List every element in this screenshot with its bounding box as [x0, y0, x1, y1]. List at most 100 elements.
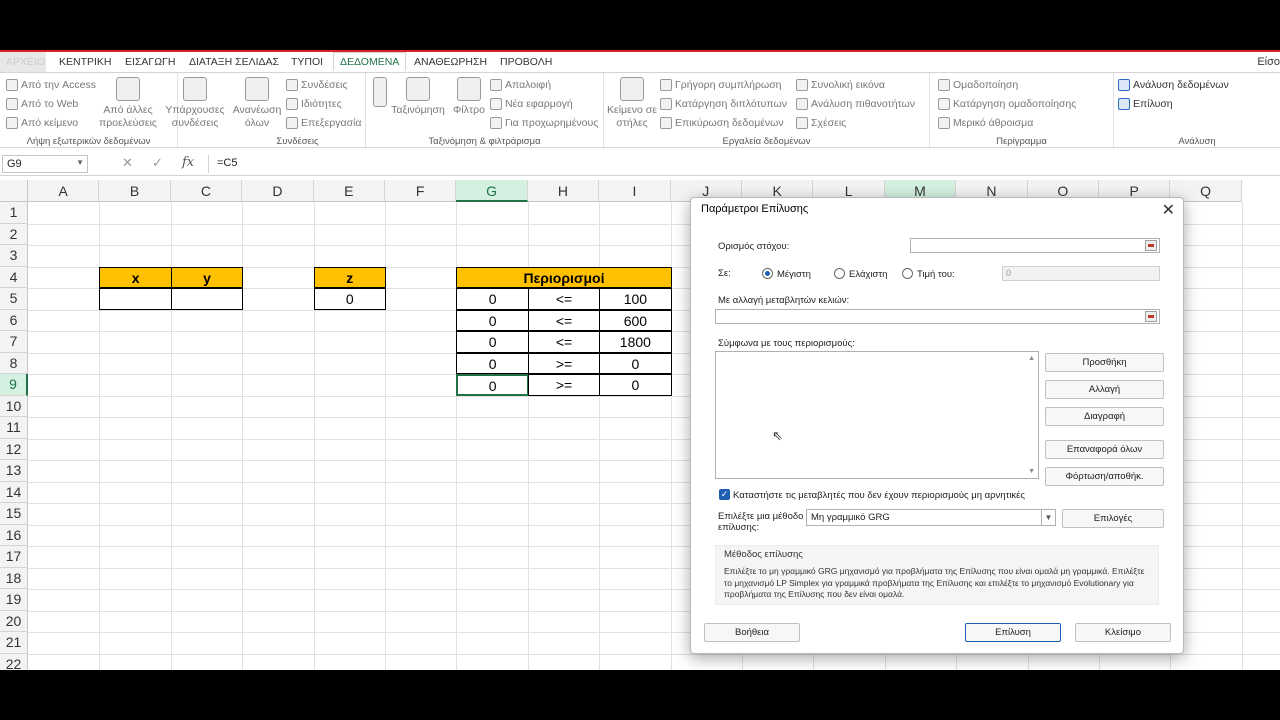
tab-file[interactable]: ΑΡΧΕΙΟ	[0, 52, 46, 72]
row-header-20[interactable]: 20	[0, 610, 28, 632]
cell-c5[interactable]	[170, 288, 244, 310]
solver-button[interactable]: Επίλυση	[1118, 98, 1173, 110]
min-radio[interactable]	[834, 268, 845, 279]
row-header-14[interactable]: 14	[0, 481, 28, 503]
enter-icon[interactable]: ✓	[152, 155, 163, 171]
chevron-down-icon[interactable]: ▼	[76, 158, 84, 167]
row-header-8[interactable]: 8	[0, 352, 28, 374]
row-header-16[interactable]: 16	[0, 524, 28, 546]
data-analysis-button[interactable]: Ανάλυση δεδομένων	[1118, 79, 1229, 91]
nonnegative-checkbox[interactable]: ✓	[719, 489, 730, 500]
properties-button[interactable]: Ιδιότητες	[286, 98, 342, 110]
what-if-analysis-button[interactable]: Ανάλυση πιθανοτήτων	[796, 98, 915, 110]
load-save-button[interactable]: Φόρτωση/αποθήκ.	[1045, 467, 1164, 486]
scroll-down-icon[interactable]: ▼	[1028, 468, 1035, 475]
formula-input[interactable]: =C5	[208, 155, 1278, 173]
tab-data[interactable]: ΔΕΔΟΜΕΝΑ	[333, 52, 407, 71]
column-header-a[interactable]: A	[28, 180, 100, 202]
row-header-15[interactable]: 15	[0, 503, 28, 525]
column-header-f[interactable]: F	[385, 180, 457, 202]
cell-g4-merged[interactable]: Περιορισμοί	[456, 266, 672, 288]
cell-h6[interactable]: <=	[527, 309, 601, 331]
reset-all-button[interactable]: Επαναφορά όλων	[1045, 440, 1164, 459]
row-header-1[interactable]: 1	[0, 202, 28, 224]
refresh-all-button[interactable]: Ανανέωση όλων	[230, 77, 284, 130]
options-button[interactable]: Επιλογές	[1062, 509, 1164, 528]
filter-button[interactable]: Φίλτρο	[450, 77, 488, 117]
row-header-6[interactable]: 6	[0, 309, 28, 331]
cell-h5[interactable]: <=	[527, 288, 601, 310]
cell-g9[interactable]: 0	[456, 374, 529, 396]
tab-review[interactable]: ΑΝΑΘΕΩΡΗΣΗ	[414, 56, 487, 68]
row-header-10[interactable]: 10	[0, 395, 28, 417]
row-header-13[interactable]: 13	[0, 460, 28, 482]
cell-b4[interactable]: x	[99, 266, 172, 288]
chevron-down-icon[interactable]: ▼	[1041, 510, 1055, 525]
remove-duplicates-button[interactable]: Κατάργηση διπλότυπων	[660, 98, 787, 110]
group-button[interactable]: Ομαδοποίηση	[938, 79, 1018, 91]
value-of-input[interactable]: 0	[1002, 266, 1160, 281]
select-all-corner[interactable]	[0, 180, 28, 202]
value-of-radio[interactable]	[902, 268, 913, 279]
row-header-5[interactable]: 5	[0, 288, 28, 310]
row-header-4[interactable]: 4	[0, 266, 28, 288]
objective-input[interactable]	[910, 238, 1160, 253]
cell-c4[interactable]: y	[170, 266, 244, 288]
insert-function-icon[interactable]: fx	[182, 155, 194, 170]
cell-e4[interactable]: z	[313, 266, 386, 288]
cell-h7[interactable]: <=	[527, 331, 601, 353]
row-header-17[interactable]: 17	[0, 546, 28, 568]
row-header-9[interactable]: 9	[0, 374, 28, 396]
sort-az-button[interactable]	[370, 77, 390, 110]
change-constraint-button[interactable]: Αλλαγή	[1045, 380, 1164, 399]
delete-constraint-button[interactable]: Διαγραφή	[1045, 407, 1164, 426]
row-header-18[interactable]: 18	[0, 567, 28, 589]
clear-filter-button[interactable]: Απαλοιφή	[490, 79, 551, 91]
solving-method-select[interactable]: Μη γραμμικό GRG ▼	[806, 509, 1056, 526]
cell-g5[interactable]: 0	[456, 288, 529, 310]
row-header-2[interactable]: 2	[0, 223, 28, 245]
changing-cells-input[interactable]	[715, 309, 1160, 324]
data-validation-button[interactable]: Επικύρωση δεδομένων	[660, 117, 784, 129]
ungroup-button[interactable]: Κατάργηση ομαδοποίησης	[938, 98, 1076, 110]
name-box[interactable]: G9 ▼	[2, 155, 88, 173]
tab-insert[interactable]: ΕΙΣΑΓΩΓΗ	[125, 56, 175, 68]
sign-in-link[interactable]: Είσο	[1257, 56, 1280, 68]
cancel-icon[interactable]: ✕	[122, 155, 133, 171]
column-header-h[interactable]: H	[527, 180, 600, 202]
range-select-icon[interactable]	[1145, 240, 1157, 251]
tab-page-layout[interactable]: ΔΙΑΤΑΞΗ ΣΕΛΙΔΑΣ	[189, 56, 279, 68]
max-radio[interactable]	[762, 268, 773, 279]
row-header-7[interactable]: 7	[0, 331, 28, 353]
close-button[interactable]: Κλείσιμο	[1075, 623, 1171, 642]
column-header-e[interactable]: E	[313, 180, 385, 202]
scroll-up-icon[interactable]: ▲	[1028, 355, 1035, 362]
cell-i7[interactable]: 1800	[599, 331, 672, 353]
advanced-filter-button[interactable]: Για προχωρημένους	[490, 117, 598, 129]
row-header-22[interactable]: 22	[0, 653, 28, 670]
cell-i8[interactable]: 0	[599, 352, 672, 374]
column-header-b[interactable]: B	[99, 180, 171, 202]
row-header-3[interactable]: 3	[0, 245, 28, 267]
tab-view[interactable]: ΠΡΟΒΟΛΗ	[500, 56, 552, 68]
column-header-c[interactable]: C	[170, 180, 243, 202]
cell-g8[interactable]: 0	[456, 352, 529, 374]
tab-home[interactable]: ΚΕΝΤΡΙΚΗ	[59, 56, 112, 68]
connections-button[interactable]: Συνδέσεις	[286, 79, 348, 91]
reapply-button[interactable]: Νέα εφαρμογή	[490, 98, 573, 110]
cell-e5[interactable]: 0	[313, 288, 386, 310]
consolidate-button[interactable]: Συνολική εικόνα	[796, 79, 885, 91]
cell-i9[interactable]: 0	[599, 374, 672, 396]
range-select-icon[interactable]	[1145, 311, 1157, 322]
cell-g6[interactable]: 0	[456, 309, 529, 331]
from-web-button[interactable]: Από το Web	[6, 98, 78, 110]
from-text-button[interactable]: Από κείμενο	[6, 117, 78, 129]
help-button[interactable]: Βοήθεια	[704, 623, 800, 642]
flash-fill-button[interactable]: Γρήγορη συμπλήρωση	[660, 79, 782, 91]
add-constraint-button[interactable]: Προσθήκη	[1045, 353, 1164, 372]
solve-button[interactable]: Επίλυση	[965, 623, 1061, 642]
subtotal-button[interactable]: Μερικό άθροισμα	[938, 117, 1033, 129]
cell-g7[interactable]: 0	[456, 331, 529, 353]
sort-button[interactable]: Ταξινόμηση	[388, 77, 448, 117]
close-icon[interactable]: ✕	[1162, 200, 1175, 220]
